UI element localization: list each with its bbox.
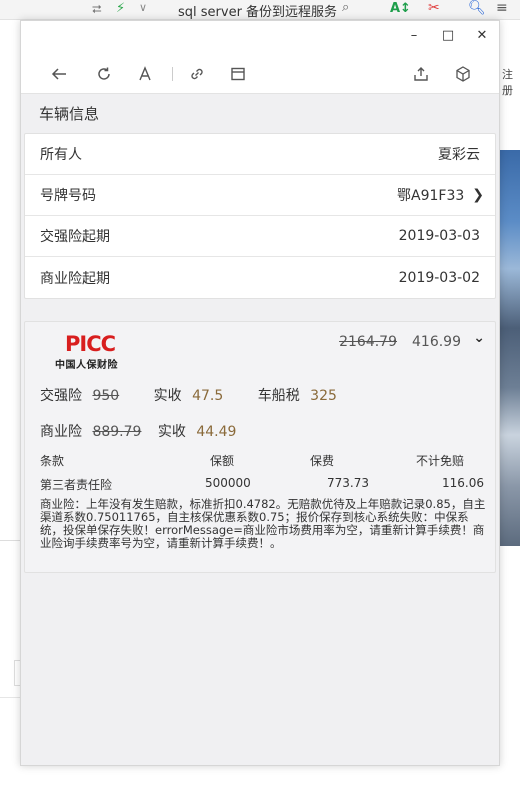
- commercial-line: 商业险 889.79 实收 44.49: [40, 421, 236, 441]
- info-row-plate[interactable]: 号牌号码 鄂A91F33 ❯: [25, 175, 495, 216]
- owner-value: 夏彩云: [438, 147, 480, 163]
- font-icon: [139, 66, 151, 81]
- logo-subtext: 中国人保财险: [55, 360, 118, 371]
- commercial-actual-label: 实收: [157, 424, 186, 440]
- compulsory-label: 交强险: [40, 388, 82, 404]
- link-icon: [191, 68, 203, 80]
- cube-button[interactable]: [451, 62, 475, 86]
- compulsory-start-value: 2019-03-03: [398, 228, 480, 244]
- background-divider: [0, 697, 20, 698]
- header-deductible: 不计免赔: [415, 454, 464, 468]
- commercial-start-label: 商业险起期: [40, 270, 110, 287]
- chevron-down-icon[interactable]: ∨: [139, 1, 147, 14]
- cube-icon: [456, 66, 470, 82]
- maximize-button[interactable]: □: [431, 21, 465, 49]
- background-photo: [500, 150, 520, 546]
- magnifier-icon[interactable]: 🔍︎: [468, 0, 486, 16]
- header-clause: 条款: [40, 454, 65, 468]
- font-button[interactable]: [133, 62, 157, 86]
- close-button[interactable]: ✕: [465, 21, 499, 49]
- cell-coverage: 500000: [205, 476, 251, 490]
- cell-premium: 773.73: [327, 476, 369, 490]
- owner-label: 所有人: [40, 147, 82, 163]
- section-title: 车辆信息: [21, 93, 499, 133]
- header-premium: 保费: [310, 454, 335, 468]
- cell-deductible: 116.06: [442, 476, 484, 490]
- search-input-text: sql server 备份到远程服务: [178, 5, 338, 20]
- background-register-link[interactable]: 注册: [502, 66, 520, 98]
- window-button[interactable]: [226, 62, 250, 86]
- original-price: 2164.79: [339, 334, 397, 350]
- vehicle-tax: 325: [310, 388, 337, 404]
- table-header: 条款 保额 保费 不计免赔: [40, 452, 484, 472]
- info-row-compulsory-start: 交强险起期 2019-03-03: [25, 216, 495, 257]
- chevron-down-icon[interactable]: ⌄: [473, 330, 485, 346]
- compulsory-actual-label: 实收: [153, 388, 182, 404]
- commercial-original: 889.79: [92, 424, 142, 440]
- scissors-icon[interactable]: ✂: [428, 0, 440, 16]
- share-icon: [414, 67, 428, 81]
- background-divider: [0, 540, 20, 541]
- plate-value: 鄂A91F33: [397, 188, 465, 204]
- toolbar: [21, 57, 499, 91]
- search-icon[interactable]: ⌕: [342, 0, 349, 15]
- header-coverage: 保额: [210, 454, 235, 468]
- picc-logo: PICC 中国人保财险: [51, 332, 133, 371]
- cell-clause: 第三者责任险: [40, 478, 113, 492]
- info-row-commercial-start: 商业险起期 2019-03-02: [25, 257, 495, 298]
- commercial-label: 商业险: [40, 424, 82, 440]
- chevron-right-icon[interactable]: ❯: [472, 187, 484, 203]
- background-browser-bar: ⮂ ⚡ ∨ sql server 备份到远程服务 ⌕ A↕ ✂ 🔍︎ ≡: [0, 0, 520, 20]
- compulsory-original: 950: [92, 388, 120, 404]
- info-row-owner: 所有人 夏彩云: [25, 134, 495, 175]
- compulsory-line: 交强险 950 实收 47.5 车船税 325: [40, 385, 337, 405]
- coverage-table: 条款 保额 保费 不计免赔 第三者责任险 500000 773.73 116.0…: [40, 452, 484, 496]
- menu-icon[interactable]: ≡: [496, 0, 508, 16]
- toolbar-separator: [172, 67, 173, 81]
- quote-note: 商业险：上年没有发生赔款，标准折扣0.4782。无赔款优待及上年赔款记录0.85…: [40, 497, 486, 550]
- minimize-button[interactable]: –: [397, 21, 431, 49]
- quote-card: PICC 中国人保财险 2164.79 416.99 ⌄ 交强险 950 实收 …: [24, 321, 496, 573]
- back-button[interactable]: [47, 62, 71, 86]
- refresh-button[interactable]: [92, 62, 116, 86]
- vehicle-tax-label: 车船税: [257, 388, 300, 404]
- arrow-left-icon: [51, 68, 66, 80]
- bolt-icon[interactable]: ⚡: [116, 1, 125, 16]
- search-input[interactable]: sql server 备份到远程服务 ⌕: [170, 0, 366, 20]
- window-icon: [231, 67, 245, 81]
- refresh-icon: [98, 67, 110, 80]
- final-price: 416.99: [412, 334, 461, 350]
- logo-text: PICC: [65, 332, 116, 356]
- vehicle-info-card: 所有人 夏彩云 号牌号码 鄂A91F33 ❯ 交强险起期 2019-03-03 …: [24, 133, 496, 299]
- commercial-start-value: 2019-03-02: [398, 269, 480, 286]
- share-icon[interactable]: ⮂: [92, 2, 102, 17]
- commercial-actual: 44.49: [196, 424, 237, 440]
- compulsory-start-label: 交强险起期: [40, 229, 110, 245]
- translate-icon[interactable]: A↕: [390, 1, 411, 16]
- link-button[interactable]: [185, 62, 209, 86]
- compulsory-actual: 47.5: [192, 388, 224, 404]
- content-area: 车辆信息 所有人 夏彩云 号牌号码 鄂A91F33 ❯ 交强险起期 2019-0…: [21, 93, 499, 765]
- plate-label: 号牌号码: [40, 188, 96, 204]
- popup-window: – □ ✕ 车辆信息 所有人 夏彩云 号牌号码 鄂A91F33 ❯ 交强险起期 …: [20, 20, 500, 766]
- share-button[interactable]: [409, 62, 433, 86]
- window-controls: – □ ✕: [397, 21, 499, 49]
- table-row: 第三者责任险 500000 773.73 116.06: [40, 476, 484, 496]
